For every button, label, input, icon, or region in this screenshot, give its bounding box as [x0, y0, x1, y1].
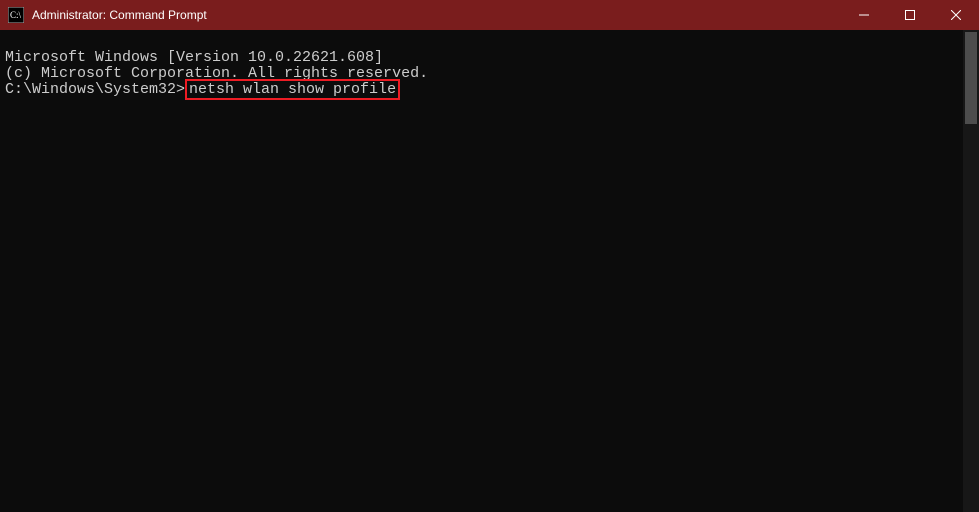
window-title: Administrator: Command Prompt	[32, 8, 841, 22]
command-text: netsh wlan show profile	[185, 79, 400, 100]
cmd-icon: C:\	[8, 7, 24, 23]
svg-text:C:\: C:\	[10, 10, 22, 20]
minimize-button[interactable]	[841, 0, 887, 30]
prompt-path: C:\Windows\System32>	[5, 81, 185, 98]
terminal-area[interactable]: Microsoft Windows [Version 10.0.22621.60…	[0, 30, 979, 512]
scrollbar-thumb[interactable]	[965, 32, 977, 124]
maximize-button[interactable]	[887, 0, 933, 30]
window-controls	[841, 0, 979, 30]
close-button[interactable]	[933, 0, 979, 30]
command-prompt-window: C:\ Administrator: Command Prompt Micros…	[0, 0, 979, 512]
vertical-scrollbar[interactable]	[963, 30, 979, 512]
version-line: Microsoft Windows [Version 10.0.22621.60…	[5, 49, 383, 66]
titlebar[interactable]: C:\ Administrator: Command Prompt	[0, 0, 979, 30]
